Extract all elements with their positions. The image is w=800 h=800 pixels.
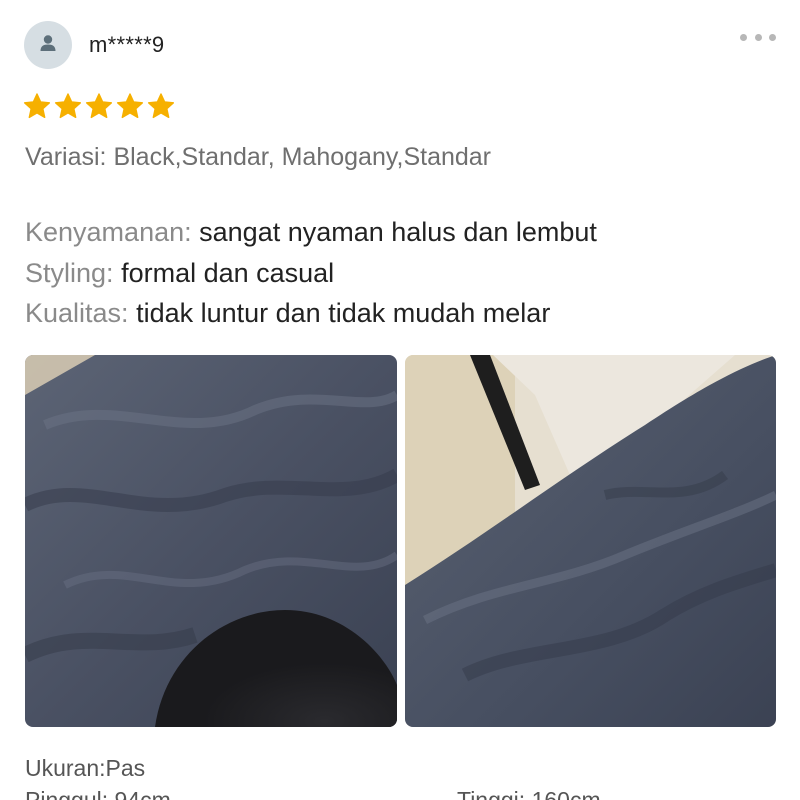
person-icon: [37, 32, 59, 59]
review-header: m*****9: [24, 20, 776, 70]
avatar[interactable]: [24, 21, 72, 69]
star-icon: [85, 93, 113, 120]
attribute-row-comfort: Kenyamanan: sangat nyaman halus dan lemb…: [25, 212, 597, 253]
review-photo-1[interactable]: [25, 355, 397, 727]
height-measurement: Tinggi: 160cm: [457, 787, 601, 800]
attribute-row-quality: Kualitas: tidak luntur dan tidak mudah m…: [25, 293, 597, 334]
review-attributes: Kenyamanan: sangat nyaman halus dan lemb…: [25, 212, 597, 334]
more-dots-icon: [740, 33, 747, 41]
star-rating: [23, 93, 175, 120]
attribute-key: Kenyamanan:: [25, 217, 192, 247]
size-fit-text: Ukuran:Pas: [25, 755, 146, 781]
attribute-value: tidak luntur dan tidak mudah melar: [136, 298, 551, 328]
fit-info: Ukuran:Pas Pinggul: 94cm Tinggi: 160cm: [25, 752, 775, 800]
measurements-row: Pinggul: 94cm Tinggi: 160cm: [25, 784, 775, 800]
hip-measurement: Pinggul: 94cm: [25, 787, 171, 800]
attribute-value: sangat nyaman halus dan lembut: [199, 217, 597, 247]
attribute-key: Kualitas:: [25, 298, 129, 328]
fabric-photo-icon: [405, 355, 776, 727]
username: m*****9: [89, 32, 165, 57]
review-card: m*****9 Variasi: Black,Standar, Mahogany…: [0, 0, 800, 800]
variation-text: Variasi: Black,Standar, Mahogany,Standar: [25, 143, 492, 171]
fabric-photo-icon: [25, 355, 397, 727]
attribute-key: Styling:: [25, 257, 114, 288]
star-icon: [116, 93, 144, 120]
review-photo-2[interactable]: [405, 355, 776, 727]
more-dots-icon: [769, 33, 776, 41]
attribute-row-styling: Styling: formal dan casual: [25, 253, 597, 294]
more-dots-icon: [754, 33, 762, 41]
star-icon: [23, 93, 51, 120]
more-options-button[interactable]: [740, 30, 776, 44]
attribute-value: formal dan casual: [121, 257, 335, 288]
star-icon: [147, 93, 175, 120]
star-icon: [54, 93, 82, 120]
